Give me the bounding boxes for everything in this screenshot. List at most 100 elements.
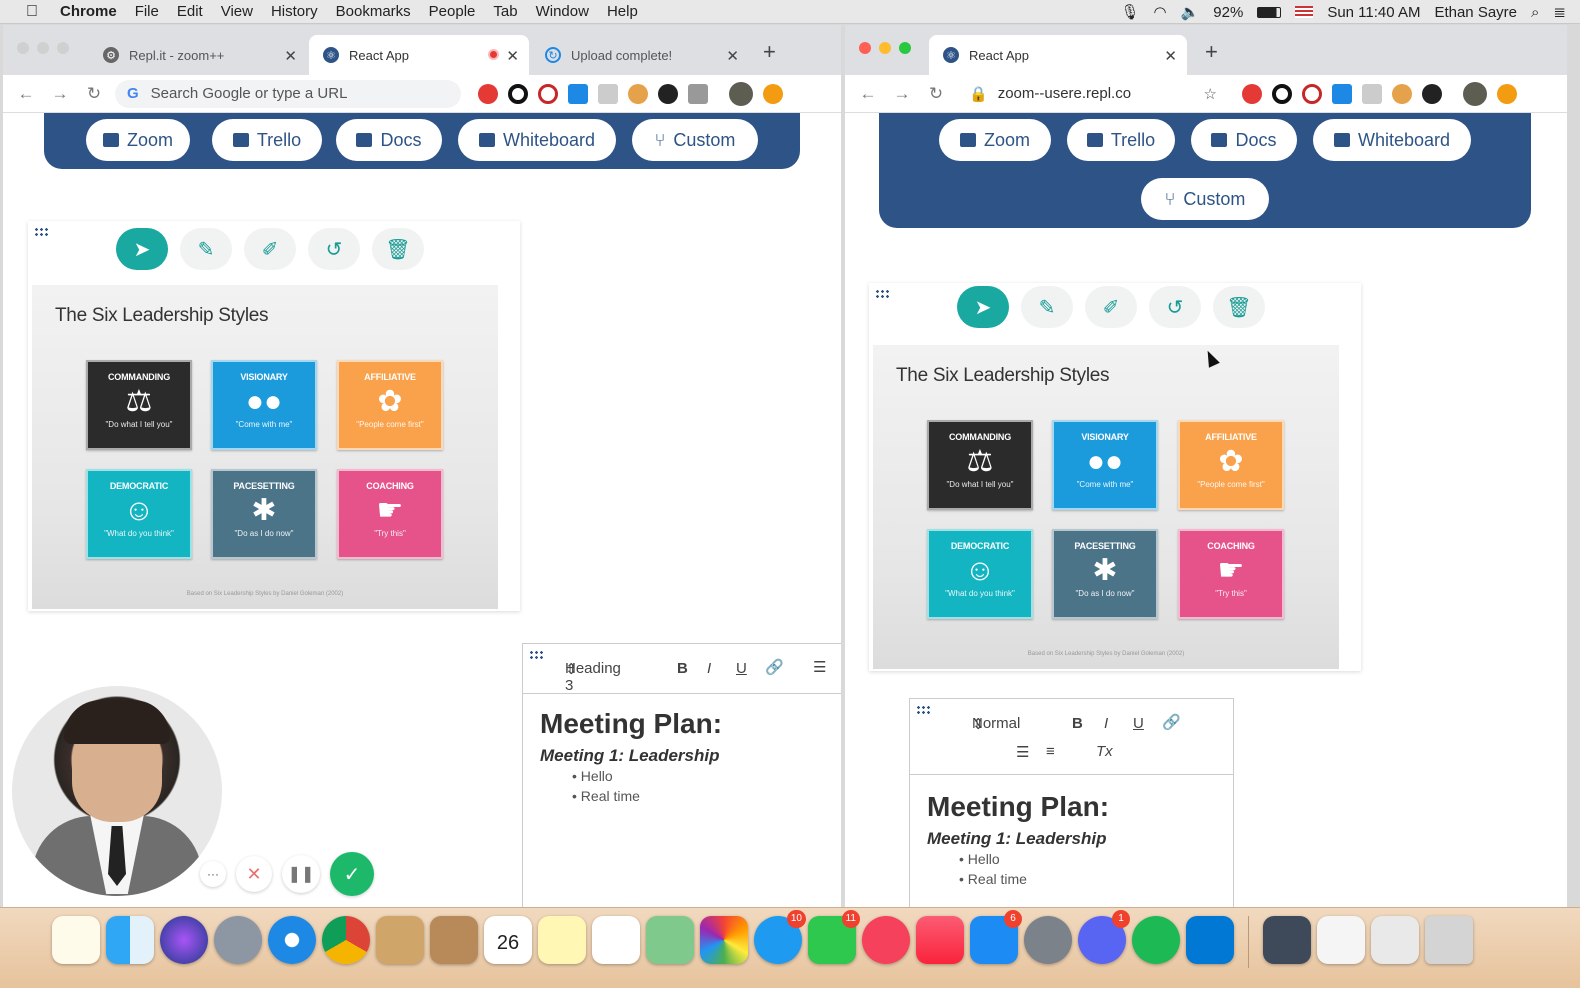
menu-file[interactable]: File (135, 3, 159, 20)
zoom-button[interactable]: Zoom (939, 119, 1051, 161)
zoom-window-icon[interactable] (899, 42, 911, 54)
close-tab-icon[interactable]: ✕ (1164, 47, 1177, 65)
italic-icon[interactable]: I (707, 660, 711, 677)
webcam-bubble[interactable] (12, 686, 222, 896)
drag-handle-icon[interactable] (34, 227, 48, 237)
vscode-icon[interactable] (1186, 916, 1234, 964)
flag-icon[interactable] (1295, 6, 1314, 18)
more-options-button[interactable]: ··· (200, 861, 226, 887)
new-tab-button[interactable]: + (1205, 39, 1218, 65)
highlighter-tool-icon[interactable]: ✐ (244, 228, 296, 270)
trash-icon[interactable]: 🗑 (372, 228, 424, 270)
new-tab-button[interactable]: + (763, 39, 776, 65)
update-icon[interactable] (1497, 83, 1517, 104)
adblock-icon[interactable] (1242, 83, 1262, 104)
tab-upload-complete[interactable]: ↻ Upload complete! ✕ (531, 35, 749, 75)
extension-pen-icon[interactable] (568, 83, 588, 104)
adblock-icon[interactable] (478, 83, 498, 104)
facetime-icon[interactable]: 11 (808, 910, 860, 964)
close-tab-icon[interactable]: ✕ (506, 47, 519, 65)
extension-box-icon[interactable] (1362, 83, 1382, 104)
trello-button[interactable]: Trello (1067, 119, 1175, 161)
ordered-list-icon[interactable]: ☰ (1016, 743, 1029, 761)
clock[interactable]: Sun 11:40 AM (1327, 4, 1420, 21)
battery-icon[interactable] (1257, 6, 1282, 18)
wifi-icon[interactable]: ◠ (1154, 3, 1167, 21)
underline-icon[interactable]: U (1133, 715, 1144, 732)
extension-ring-icon[interactable] (1272, 83, 1292, 104)
back-icon[interactable]: ← (9, 84, 43, 104)
extension-pen-icon[interactable] (1332, 83, 1352, 104)
link-icon[interactable]: 🔗 (1162, 713, 1181, 731)
editor-document[interactable]: Meeting Plan: Meeting 1: Leadership Hell… (540, 708, 841, 806)
editor-document[interactable]: Meeting Plan: Meeting 1: Leadership Hell… (927, 791, 1233, 889)
close-tab-icon[interactable]: ✕ (726, 47, 739, 65)
cancel-recording-button[interactable]: ✕ (236, 856, 272, 892)
safari-icon[interactable] (268, 916, 316, 964)
trello-button[interactable]: Trello (212, 119, 322, 161)
chrome-icon[interactable] (322, 916, 370, 964)
zoom-button[interactable]: Zoom (86, 119, 190, 161)
bold-icon[interactable]: B (677, 660, 688, 677)
minimize-window-icon[interactable] (879, 42, 891, 54)
extension-skull-icon[interactable] (658, 83, 678, 104)
launchpad-icon[interactable] (214, 916, 262, 964)
undo-icon[interactable]: ↺ (308, 228, 360, 270)
minimize-window-icon[interactable] (37, 42, 49, 54)
close-tab-icon[interactable]: ✕ (284, 47, 297, 65)
finish-recording-button[interactable]: ✓ (330, 852, 374, 896)
close-window-icon[interactable] (859, 42, 871, 54)
extension-c-icon[interactable] (688, 83, 708, 104)
messages-icon[interactable]: 10 (754, 910, 806, 964)
close-window-icon[interactable] (17, 42, 29, 54)
update-icon[interactable] (763, 83, 783, 104)
spotify-icon[interactable] (1132, 916, 1180, 964)
news-icon[interactable] (862, 916, 910, 964)
pen-tool-icon[interactable]: ✎ (180, 228, 232, 270)
preview-icon[interactable] (376, 916, 424, 964)
reload-icon[interactable]: ↻ (919, 84, 953, 104)
select-tool-icon[interactable]: ➤ (957, 286, 1009, 328)
pen-tool-icon[interactable]: ✎ (1021, 286, 1073, 328)
italic-icon[interactable]: I (1104, 715, 1108, 732)
menu-tab[interactable]: Tab (493, 3, 517, 20)
whiteboard-button[interactable]: Whiteboard (458, 119, 616, 161)
finder-icon[interactable] (106, 916, 154, 964)
docs-button[interactable]: Docs (336, 119, 442, 161)
menu-chrome[interactable]: Chrome (60, 3, 117, 20)
omnibox[interactable]: G Search Google or type a URL (115, 79, 461, 108)
notes-file-icon[interactable] (52, 916, 100, 964)
apple-icon[interactable]:  (26, 3, 46, 21)
siri-icon[interactable] (160, 916, 208, 964)
trash-icon[interactable]: 🗑 (1213, 286, 1265, 328)
pause-recording-button[interactable]: ❚❚ (282, 855, 320, 893)
format-select[interactable]: Normal ⇕ (972, 715, 1020, 733)
notebook-icon[interactable] (430, 916, 478, 964)
tab-react-app[interactable]: ⚛ React App ✕ (929, 35, 1187, 75)
extension-target-icon[interactable] (538, 83, 558, 104)
volume-icon[interactable]: 🔈 (1181, 3, 1200, 21)
menu-people[interactable]: People (429, 3, 476, 20)
bullet-list-icon[interactable]: ≡ (1046, 743, 1055, 760)
menu-bookmarks[interactable]: Bookmarks (336, 3, 411, 20)
cookie-icon[interactable] (1392, 83, 1412, 104)
format-select[interactable]: Heading 3 ⇕ (565, 660, 621, 694)
downloads-stack-icon[interactable] (1263, 916, 1311, 964)
discord-icon[interactable]: 1 (1078, 910, 1130, 964)
microphone-icon[interactable]: 🎙 (1120, 3, 1139, 21)
custom-button[interactable]: ⑂ Custom (632, 119, 758, 161)
extension-skull-icon[interactable] (1422, 83, 1442, 104)
link-icon[interactable]: 🔗 (765, 658, 784, 676)
menu-history[interactable]: History (271, 3, 318, 20)
screenshot-stack-icon[interactable] (1371, 916, 1419, 964)
select-tool-icon[interactable]: ➤ (116, 228, 168, 270)
trash-can-icon[interactable] (1425, 916, 1473, 964)
extension-box-icon[interactable] (598, 83, 618, 104)
menu-view[interactable]: View (221, 3, 253, 20)
tab-react-app[interactable]: ⚛ React App ✕ (309, 35, 529, 75)
system-preferences-icon[interactable] (1024, 916, 1072, 964)
notes-icon[interactable] (538, 916, 586, 964)
drag-handle-icon[interactable] (875, 289, 889, 299)
extension-ring-icon[interactable] (508, 83, 528, 104)
docs-button[interactable]: Docs (1191, 119, 1297, 161)
